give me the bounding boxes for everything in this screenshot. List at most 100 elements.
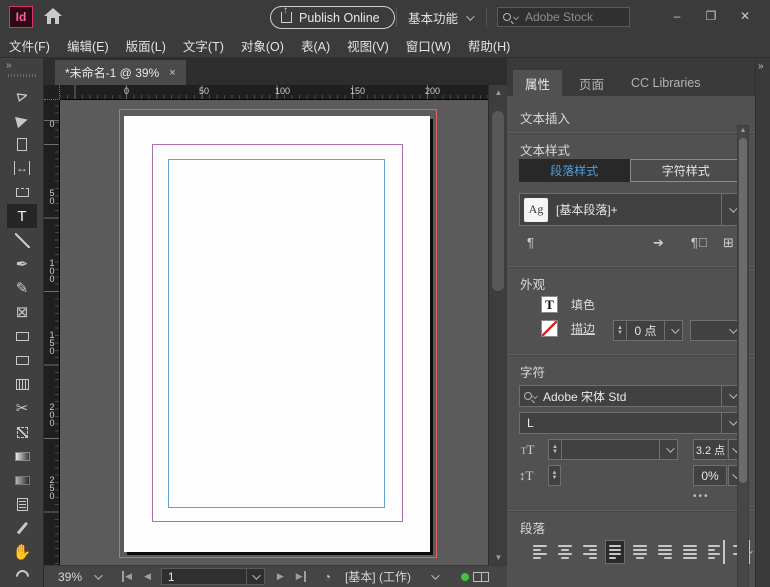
align-center-button[interactable] <box>555 540 575 564</box>
maximize-button[interactable]: ❐ <box>694 4 728 28</box>
paragraph-mark-icon[interactable]: ¶ <box>527 235 534 250</box>
stepper-arrows-icon[interactable]: ▲▼ <box>549 466 560 485</box>
home-icon[interactable] <box>42 5 64 27</box>
close-tab-icon[interactable]: × <box>169 67 175 79</box>
align-toward-spine-button[interactable] <box>705 540 725 564</box>
preflight-profile[interactable]: [基本] (工作) <box>345 568 411 585</box>
align-right-button[interactable] <box>580 540 600 564</box>
create-style-icon[interactable]: ⊞ <box>723 235 734 251</box>
content-collector-tool[interactable] <box>7 180 37 204</box>
preflight-icon[interactable]: ◔ <box>324 570 331 584</box>
zoom-chevron-icon[interactable] <box>94 571 102 579</box>
panel-tab-1[interactable]: 页面 <box>567 70 616 96</box>
note-tool[interactable] <box>7 492 37 516</box>
vertical-ruler[interactable]: 050100150200250 <box>44 100 60 565</box>
minimize-button[interactable]: – <box>660 4 694 28</box>
stroke-swatch-icon[interactable] <box>541 320 558 337</box>
align-left-button[interactable] <box>530 540 550 564</box>
zoom-tool[interactable] <box>7 564 37 587</box>
scroll-up-icon[interactable]: ▲ <box>489 88 508 97</box>
grid-tool[interactable] <box>7 372 37 396</box>
character-styles-button[interactable]: 字符样式 <box>630 159 743 182</box>
paragraph-styles-button[interactable]: 段落样式 <box>519 159 630 182</box>
first-page-button[interactable]: ◀ <box>122 571 132 582</box>
publish-online-button[interactable]: Publish Online <box>270 6 395 29</box>
menu-item-1[interactable]: 编辑(E) <box>67 36 109 55</box>
menu-item-0[interactable]: 文件(F) <box>9 36 50 55</box>
menu-item-8[interactable]: 帮助(H) <box>468 36 510 55</box>
horizontal-ruler[interactable]: 050100150200 <box>60 85 488 100</box>
text-frame[interactable] <box>168 159 385 508</box>
panel-tab-cc-libraries[interactable]: CC Libraries <box>619 70 712 96</box>
collapse-panel-icon[interactable]: » <box>758 61 764 72</box>
workspace-switcher[interactable]: 基本功能 <box>408 8 472 27</box>
scroll-up-icon[interactable]: ▲ <box>738 127 748 134</box>
gradient-swatch-tool[interactable] <box>7 444 37 468</box>
menu-item-6[interactable]: 视图(V) <box>347 36 389 55</box>
gradient-feather-tool[interactable] <box>7 468 37 492</box>
previous-page-button[interactable]: ◀ <box>144 571 151 582</box>
gap-tool[interactable]: ↔ <box>7 156 37 180</box>
scissors-tool[interactable]: ✂ <box>7 396 37 420</box>
tracking-stepper[interactable]: ▲▼ <box>548 465 561 486</box>
tracking-value-box[interactable]: 0% <box>693 465 727 486</box>
font-size-combo[interactable]: ▲▼ <box>548 439 678 460</box>
pen-tool[interactable]: ✒ <box>7 252 37 276</box>
menu-item-3[interactable]: 文字(T) <box>183 36 224 55</box>
direct-selection-tool[interactable]: ▶ <box>7 108 37 132</box>
scrollbar-thumb[interactable] <box>492 111 504 291</box>
justify-last-center-button[interactable] <box>630 540 650 564</box>
rectangle-frame-tool[interactable]: ⊠ <box>7 300 37 324</box>
free-transform-tool[interactable] <box>7 420 37 444</box>
canvas-vertical-scrollbar[interactable]: ▲ ▼ <box>488 85 507 565</box>
rectangle-tool[interactable] <box>7 324 37 348</box>
clear-overrides-icon[interactable]: ¶⃫ <box>691 235 708 250</box>
fill-swatch-icon[interactable]: T <box>541 296 558 313</box>
ruler-origin[interactable] <box>44 85 60 100</box>
more-options-button[interactable]: ••• <box>693 491 710 502</box>
justify-last-right-button[interactable] <box>655 540 675 564</box>
close-button[interactable]: ✕ <box>728 4 762 28</box>
page-dropdown[interactable] <box>246 569 264 584</box>
stroke-label[interactable]: 描边 <box>571 320 595 337</box>
menu-item-2[interactable]: 版面(L) <box>126 36 166 55</box>
preflight-chevron-icon[interactable] <box>431 571 439 579</box>
stepper-arrows-icon[interactable]: ▲▼ <box>549 440 562 459</box>
pencil-tool[interactable]: ✎ <box>7 276 37 300</box>
justify-all-button[interactable] <box>680 540 700 564</box>
redefine-style-icon[interactable]: ➔ <box>653 235 664 251</box>
tools-grip-handle[interactable] <box>8 74 36 77</box>
paragraph-style-dropdown[interactable]: Ag [基本段落]+ <box>519 193 742 226</box>
document-tab[interactable]: *未命名-1 @ 39% × <box>55 60 186 85</box>
leading-value-box[interactable]: 3.2 点 <box>693 439 727 460</box>
expand-tools-icon[interactable]: » <box>6 60 11 71</box>
stroke-type-dropdown[interactable] <box>690 320 742 341</box>
polygon-tool[interactable] <box>7 348 37 372</box>
document-canvas[interactable]: 050100150200 050100150200250 <box>44 85 488 565</box>
eyedropper-tool[interactable] <box>7 516 37 540</box>
stepper-arrows-icon[interactable]: ▲▼ <box>614 321 627 340</box>
font-style-dropdown[interactable]: L <box>519 412 742 434</box>
hand-tool[interactable]: ✋ <box>7 540 37 564</box>
menu-item-4[interactable]: 对象(O) <box>241 36 284 55</box>
menu-item-5[interactable]: 表(A) <box>301 36 330 55</box>
page-number-field[interactable]: 1 <box>161 568 265 585</box>
next-page-button[interactable]: ▶ <box>277 571 284 582</box>
font-size-chevron-icon[interactable] <box>659 440 677 459</box>
stroke-weight-stepper[interactable]: ▲▼ 0 点 <box>613 320 683 341</box>
panel-scrollbar[interactable]: ▲ ▼ <box>737 125 749 587</box>
selection-tool[interactable]: ⊳ <box>7 84 37 108</box>
last-page-button[interactable]: ▶ <box>296 571 306 582</box>
adobe-stock-search-input[interactable]: Adobe Stock <box>497 7 630 27</box>
font-family-dropdown[interactable]: Adobe 宋体 Std <box>519 385 742 407</box>
zoom-level[interactable]: 39% <box>58 570 82 584</box>
scrollbar-thumb[interactable] <box>739 138 747 483</box>
menu-item-7[interactable]: 窗口(W) <box>406 36 451 55</box>
type-tool[interactable]: T <box>7 204 37 228</box>
scroll-down-icon[interactable]: ▼ <box>489 553 508 562</box>
page-tool[interactable] <box>7 132 37 156</box>
stroke-weight-chevron-icon[interactable] <box>664 321 682 340</box>
justify-last-left-button[interactable] <box>605 540 625 564</box>
line-tool[interactable] <box>7 228 37 252</box>
panel-tab-0[interactable]: 属性 <box>513 70 562 96</box>
